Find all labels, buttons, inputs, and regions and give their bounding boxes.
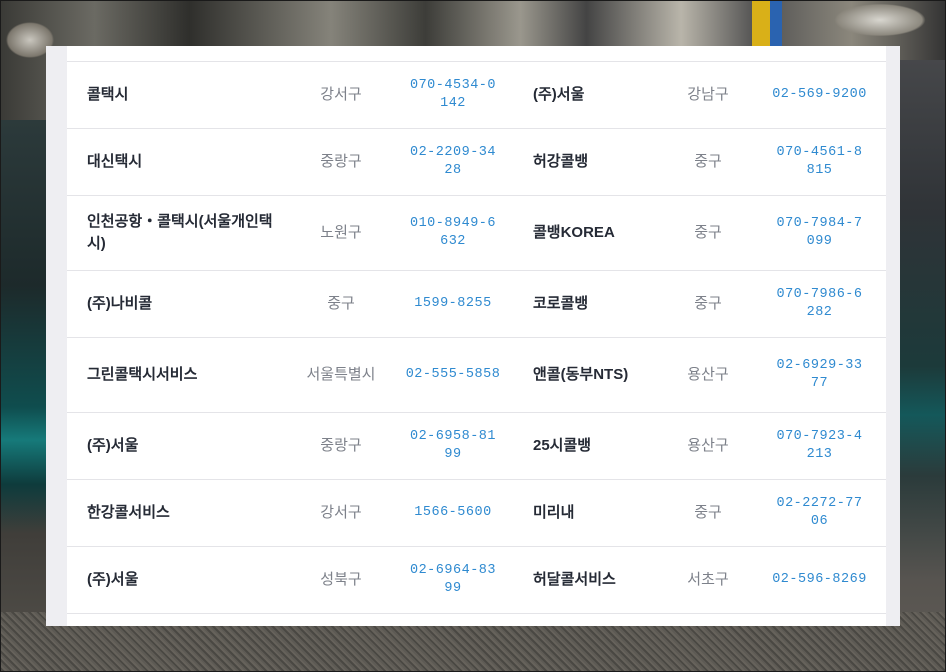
taxi-directory-card: 콜택시 강서구 070-4534-0142 (주)서울 강남구 02-569-9…	[67, 46, 886, 626]
district: 중구	[663, 195, 753, 271]
company-name: 인천공항・콜택시(서울개인택시)	[67, 195, 289, 271]
company-name: (주)서울	[67, 412, 289, 480]
district: 중구	[663, 128, 753, 196]
district: 강서구	[289, 479, 393, 547]
company-name: 콜택시	[67, 62, 289, 129]
district: 성북구	[289, 546, 393, 614]
phone-link[interactable]: 02-6929-3377	[775, 357, 865, 393]
phone-link[interactable]: 1566-5600	[414, 504, 491, 522]
phone-link[interactable]: 02-555-5858	[406, 366, 501, 384]
content-panel: 콜택시 강서구 070-4534-0142 (주)서울 강남구 02-569-9…	[46, 46, 900, 626]
background-blue-stripe	[770, 0, 782, 46]
taxi-directory-table: 콜택시 강서구 070-4534-0142 (주)서울 강남구 02-569-9…	[67, 62, 886, 614]
district: 중구	[289, 270, 393, 338]
table-row: 콜택시 강서구 070-4534-0142 (주)서울 강남구 02-569-9…	[67, 62, 886, 129]
background-yellow-stripe	[752, 0, 770, 46]
company-name: 허달콜서비스	[513, 546, 663, 614]
table-row: 대신택시 중랑구 02-2209-3428 허강콜뱅 중구 070-4561-8…	[67, 128, 886, 196]
company-name: 허강콜뱅	[513, 128, 663, 196]
table-top-edge	[67, 46, 886, 62]
table-row: 그린콜택시서비스 서울특별시 02-555-5858 앤콜(동부NTS) 용산구…	[67, 337, 886, 413]
phone-link[interactable]: 070-4561-8815	[775, 144, 865, 180]
table-row: 한강콜서비스 강서구 1566-5600 미리내 중구 02-2272-7706	[67, 479, 886, 547]
district: 중랑구	[289, 128, 393, 196]
phone-link[interactable]: 02-569-9200	[772, 86, 867, 104]
phone-link[interactable]: 02-596-8269	[772, 571, 867, 589]
phone-link[interactable]: 02-6958-8199	[408, 428, 498, 464]
district: 중랑구	[289, 412, 393, 480]
company-name: 코로콜뱅	[513, 270, 663, 338]
company-name: 앤콜(동부NTS)	[513, 337, 663, 413]
company-name: 25시콜뱅	[513, 412, 663, 480]
district: 노원구	[289, 195, 393, 271]
phone-link[interactable]: 1599-8255	[414, 295, 491, 313]
district: 용산구	[663, 412, 753, 480]
company-name: 한강콜서비스	[67, 479, 289, 547]
phone-link[interactable]: 02-2272-7706	[775, 495, 865, 531]
phone-link[interactable]: 010-8949-6632	[408, 215, 498, 251]
district: 강남구	[663, 62, 753, 129]
district: 중구	[663, 270, 753, 338]
table-row: 인천공항・콜택시(서울개인택시) 노원구 010-8949-6632 콜뱅KOR…	[67, 195, 886, 271]
company-name: 대신택시	[67, 128, 289, 196]
company-name: 콜뱅KOREA	[513, 195, 663, 271]
company-name: (주)나비콜	[67, 270, 289, 338]
table-row: (주)서울 성북구 02-6964-8399 허달콜서비스 서초구 02-596…	[67, 546, 886, 614]
table-row: (주)나비콜 중구 1599-8255 코로콜뱅 중구 070-7986-628…	[67, 270, 886, 338]
phone-link[interactable]: 070-7923-4213	[775, 428, 865, 464]
phone-link[interactable]: 070-4534-0142	[408, 77, 498, 113]
company-name: 그린콜택시서비스	[67, 337, 289, 413]
phone-link[interactable]: 02-6964-8399	[408, 562, 498, 598]
company-name: (주)서울	[513, 62, 663, 129]
district: 서울특별시	[289, 337, 393, 413]
district: 중구	[663, 479, 753, 547]
table-row: (주)서울 중랑구 02-6958-8199 25시콜뱅 용산구 070-792…	[67, 412, 886, 480]
company-name: (주)서울	[67, 546, 289, 614]
district: 용산구	[663, 337, 753, 413]
phone-link[interactable]: 02-2209-3428	[408, 144, 498, 180]
district: 강서구	[289, 62, 393, 129]
district: 서초구	[663, 546, 753, 614]
company-name: 미리내	[513, 479, 663, 547]
phone-link[interactable]: 070-7984-7099	[775, 215, 865, 251]
phone-link[interactable]: 070-7986-6282	[775, 286, 865, 322]
